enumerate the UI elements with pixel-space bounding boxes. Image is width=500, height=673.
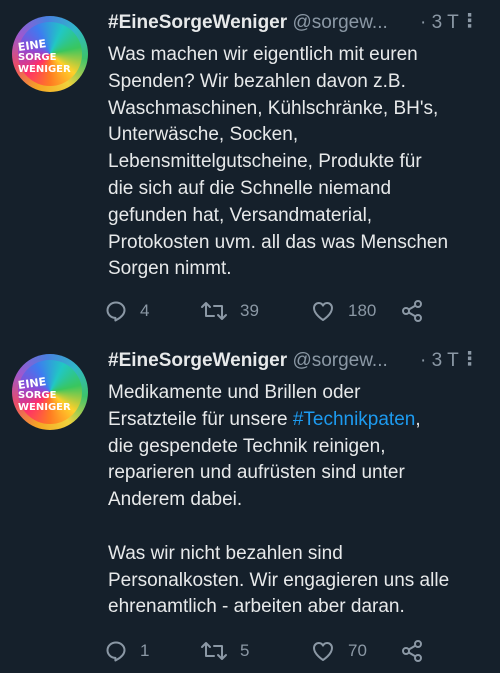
hashtag-link[interactable]: #Technikpaten (293, 409, 416, 430)
tweet-text-line: Unterwäsche, Socken, (108, 124, 299, 146)
retweet-count: 5 (240, 641, 250, 660)
author-handle[interactable]: @sorgew... (292, 12, 387, 33)
author-name[interactable]: #EineSorgeWeniger (108, 12, 287, 33)
reply-count: 4 (140, 301, 150, 320)
tweet-text-line: die gespendete Technik reinigen, (108, 435, 386, 457)
more-options-icon[interactable]: ⋮ (460, 10, 479, 33)
share-icon (402, 640, 422, 662)
share-icon (402, 300, 422, 322)
author-handle[interactable]: @sorgew... (292, 350, 387, 371)
tweet-text-line: Waschmaschinen, Kühlschränke, BH's, (108, 97, 439, 119)
heart-icon (313, 642, 333, 661)
heart-icon (313, 302, 333, 321)
retweet-button[interactable]: 5 (200, 636, 249, 666)
like-button[interactable]: 70 (310, 636, 367, 666)
tweet-actions: 1 5 70 (104, 636, 444, 666)
tweet-header: #EineSorgeWeniger @sorgew... · 3 T ⋮ (108, 10, 488, 38)
retweet-icon (201, 642, 227, 660)
retweet-button[interactable]: 39 (200, 296, 259, 326)
like-count: 180 (348, 301, 377, 320)
tweet-text-line: gefunden hat, Versandmaterial, (108, 204, 373, 226)
reply-icon (106, 641, 126, 662)
tweet-text-line: Spenden? Wir bezahlen davon z.B. (108, 70, 406, 92)
like-count: 70 (348, 641, 367, 660)
tweet-text-line: Was wir nicht bezahlen sind (108, 542, 343, 564)
more-options-icon[interactable]: ⋮ (460, 348, 479, 371)
tweet-text-line: die sich auf die Schnelle niemand (108, 177, 392, 199)
avatar[interactable]: EINE SORGE WENIGER (12, 16, 88, 92)
tweet-text-line: Was machen wir eigentlich mit euren (108, 44, 418, 65)
reply-count: 1 (140, 641, 150, 660)
retweet-icon (201, 302, 227, 320)
tweet-text: Medikamente und Brillen oder Ersatzteile… (108, 380, 483, 621)
tweet-actions: 4 39 180 (104, 296, 444, 326)
tweet-header: #EineSorgeWeniger @sorgew... · 3 T ⋮ (108, 348, 488, 376)
reply-button[interactable]: 4 (104, 296, 149, 326)
tweet-text-blank-line (108, 514, 483, 541)
tweet-text-line: reparieren und aufrüsten sind unter (108, 462, 405, 484)
tweet-text-line: Protokosten uvm. all das was Menschen (108, 231, 449, 253)
share-button[interactable] (400, 296, 424, 326)
like-button[interactable]: 180 (310, 296, 376, 326)
tweet-text-line: Sorgen nimmt. (108, 258, 232, 280)
tweet-text-line: Lebensmittelgutscheine, Produkte für (108, 151, 422, 173)
reply-icon (106, 301, 126, 322)
share-button[interactable] (400, 636, 424, 666)
tweet-text-line: Personalkosten. Wir engagieren uns alle (108, 569, 450, 591)
tweet-text-line: Anderem dabei. (108, 489, 243, 511)
avatar[interactable]: EINE SORGE WENIGER (12, 354, 88, 430)
timestamp[interactable]: · 3 T (420, 350, 459, 372)
author-name[interactable]: #EineSorgeWeniger (108, 350, 287, 371)
tweet-text-line: Medikamente und Brillen oder (108, 382, 361, 403)
reply-button[interactable]: 1 (104, 636, 149, 666)
avatar-logo: EINE SORGE WENIGER (17, 375, 71, 413)
tweet-text-line: Ersatzteile für unsere #Technikpaten, (108, 408, 421, 430)
retweet-count: 39 (240, 301, 259, 320)
timestamp[interactable]: · 3 T (420, 12, 459, 34)
tweet-text-line: ehrenamtlich - arbeiten aber daran. (108, 596, 405, 618)
avatar-logo: EINE SORGE WENIGER (17, 37, 71, 75)
tweet-text: Was machen wir eigentlich mit euren Spen… (108, 42, 483, 283)
